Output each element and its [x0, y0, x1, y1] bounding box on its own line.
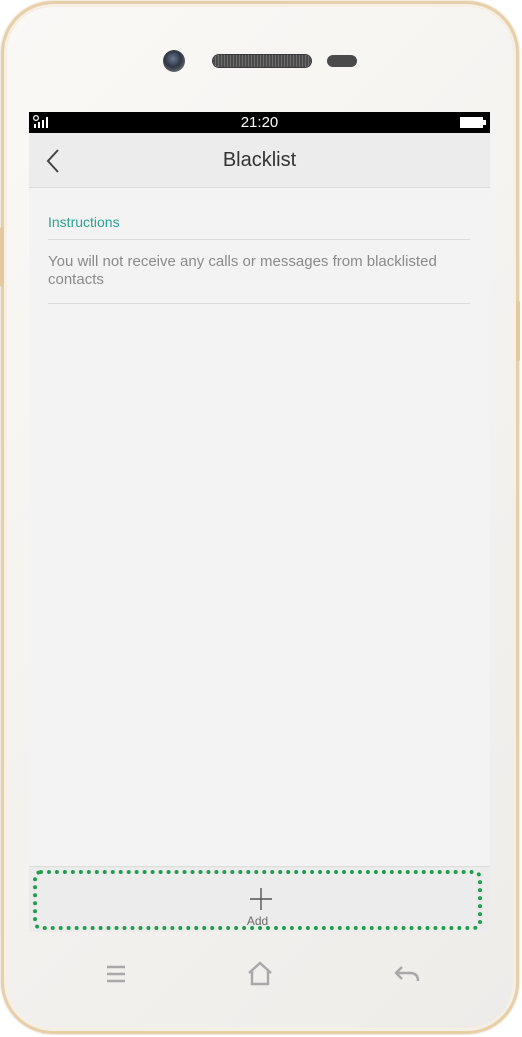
- plus-icon: [250, 888, 272, 910]
- bottom-action-bar: Add: [29, 866, 490, 932]
- title-bar: Blacklist: [29, 133, 490, 188]
- page-title: Blacklist: [222, 149, 297, 171]
- divider-top: [48, 239, 470, 240]
- proximity-sensor: [327, 55, 357, 67]
- home-icon[interactable]: [245, 959, 275, 989]
- power-button: [516, 301, 520, 361]
- back-arrow-icon[interactable]: [392, 959, 422, 989]
- status-bar: 21:20: [29, 112, 490, 133]
- add-label: Add: [246, 914, 269, 928]
- instructions-heading: Instructions: [48, 214, 120, 230]
- screen: 21:20 Blacklist Instructions You will no…: [29, 112, 490, 932]
- earpiece-speaker: [213, 55, 311, 67]
- volume-button: [0, 227, 4, 287]
- phone-frame: 21:20 Blacklist Instructions You will no…: [0, 1, 520, 1034]
- add-button[interactable]: Add: [33, 870, 482, 930]
- battery-icon: [460, 117, 486, 128]
- front-camera: [163, 50, 185, 72]
- divider-bottom: [48, 303, 470, 304]
- status-time: 21:20: [240, 114, 279, 131]
- menu-icon[interactable]: [101, 959, 131, 989]
- instructions-text: You will not receive any calls or messag…: [48, 253, 437, 288]
